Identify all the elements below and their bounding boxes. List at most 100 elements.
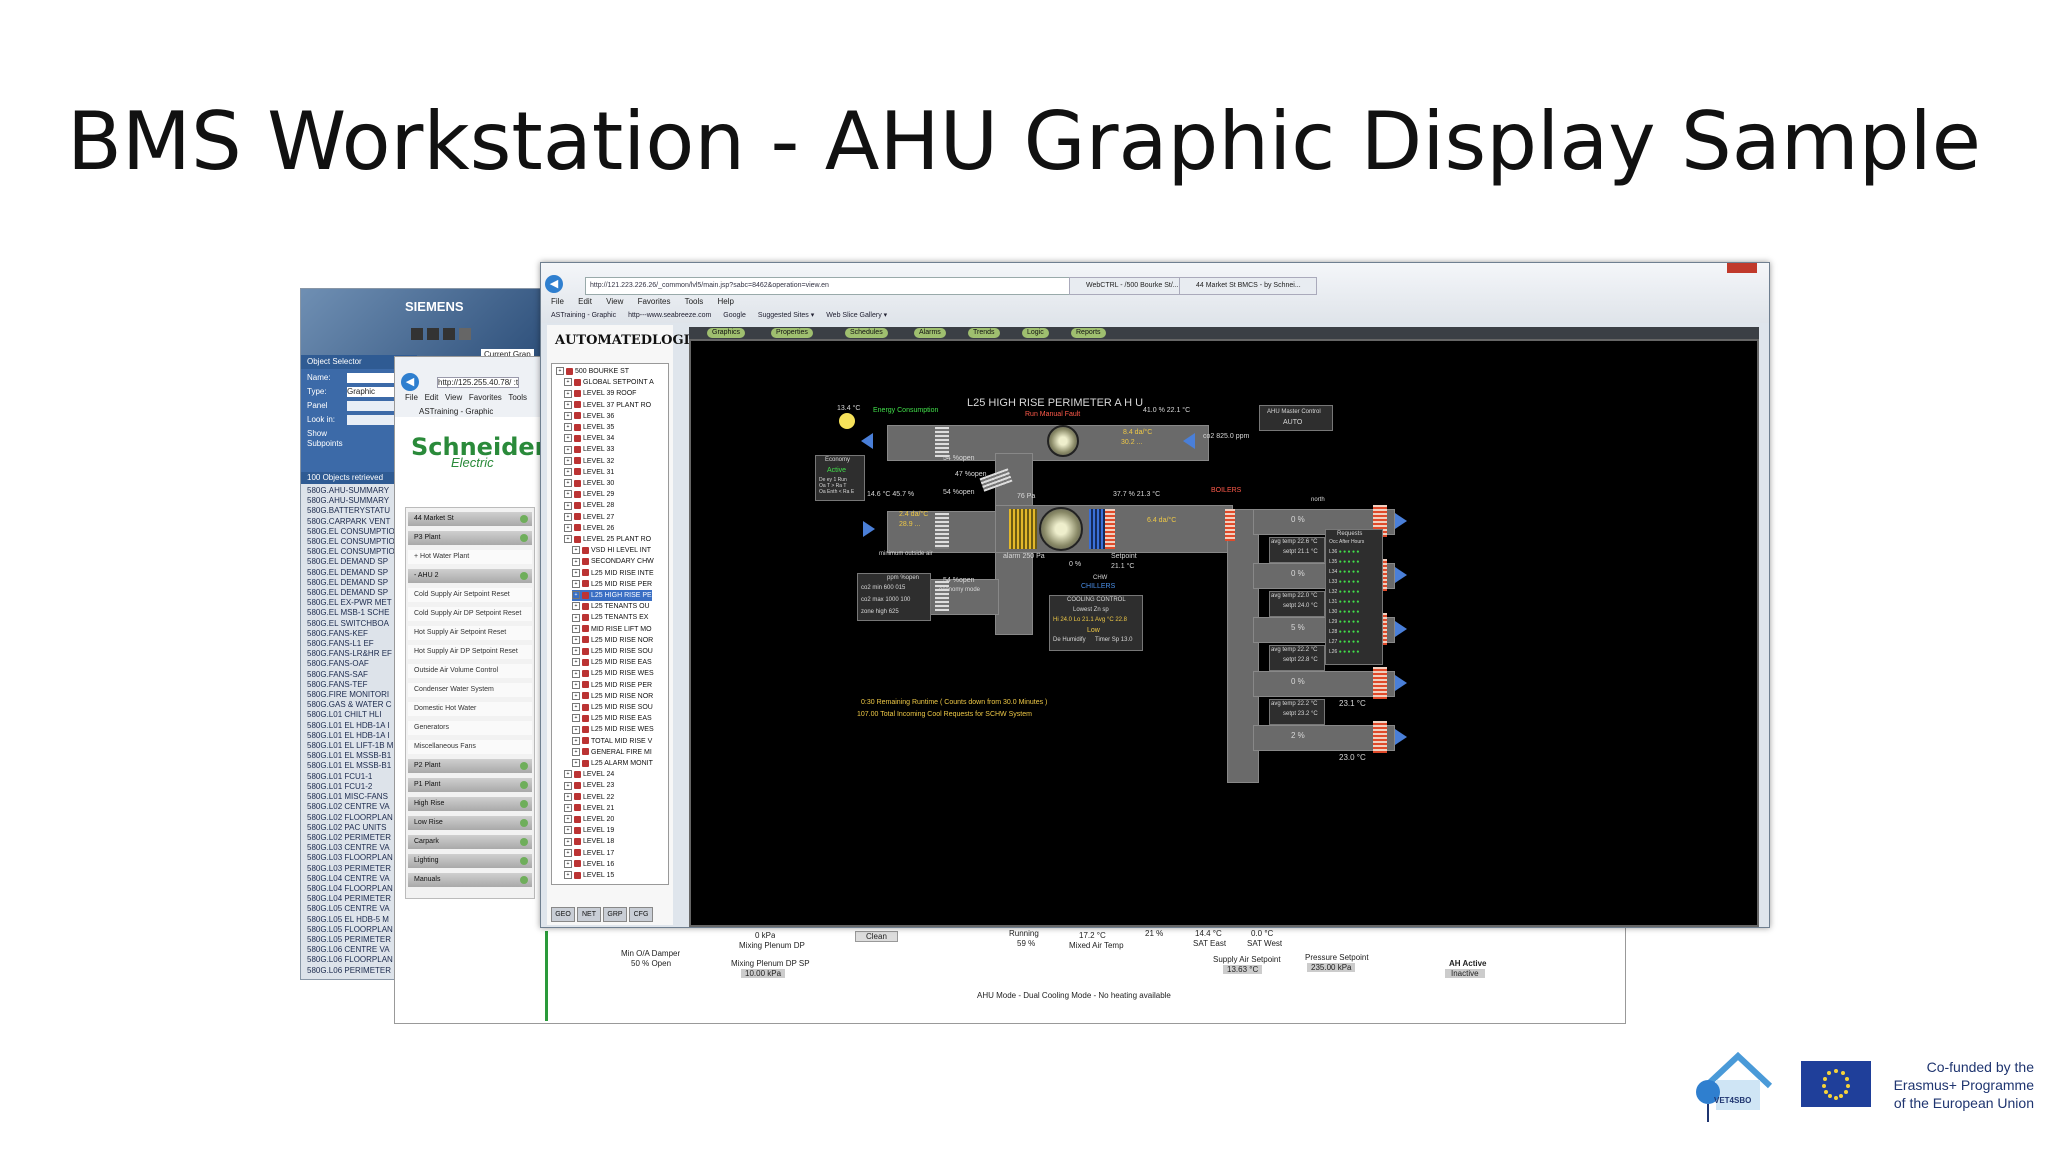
tree-item[interactable]: + SECONDARY CHW	[572, 556, 654, 567]
toolbar-graphics-button[interactable]: Graphics	[707, 328, 746, 338]
nav-item[interactable]: Manuals	[408, 873, 532, 887]
object-list-item[interactable]: 580G.L01 CHILT HLI	[307, 710, 405, 720]
object-list-item[interactable]: 580G.L02 CENTRE VA	[307, 802, 405, 812]
object-list-item[interactable]: 580G.FANS-KEF	[307, 629, 405, 639]
toolbar-schedules-button[interactable]: Schedules	[845, 328, 888, 338]
object-list-item[interactable]: 580G.L06 FLOORPLAN	[307, 955, 405, 965]
expand-icon[interactable]: +	[564, 479, 572, 488]
object-list-item[interactable]: 580G.EL CONSUMPTIO	[307, 547, 405, 557]
expand-icon[interactable]	[520, 800, 528, 808]
tree-item[interactable]: + LEVEL 25 PLANT RO	[564, 534, 651, 545]
tree-item[interactable]: + GLOBAL SETPOINT A	[564, 377, 654, 388]
object-list-item[interactable]: 580G.L03 PERIMETER	[307, 864, 405, 874]
expand-icon[interactable]: +	[572, 557, 580, 566]
tree-item[interactable]: + L25 MID RISE INTE	[572, 568, 654, 579]
object-list-item[interactable]: 580G.AHU-SUMMARY	[307, 496, 405, 506]
tree-item[interactable]: + L25 MID RISE PER	[572, 579, 652, 590]
nav-item[interactable]: Condenser Water System	[408, 683, 532, 697]
expand-icon[interactable]: +	[564, 456, 572, 465]
object-list-item[interactable]: 580G.L01 FCU1-1	[307, 772, 405, 782]
pressure-sp-value[interactable]: 235.00 kPa	[1307, 963, 1356, 972]
toolbar-trends-button[interactable]: Trends	[968, 328, 1000, 338]
expand-icon[interactable]: +	[572, 546, 580, 555]
tree-item[interactable]: + LEVEL 17	[564, 848, 614, 859]
object-list-item[interactable]: 580G.EL MSB-1 SCHE	[307, 608, 405, 618]
menu-tools[interactable]: Tools	[508, 393, 527, 402]
tree-item[interactable]: + LEVEL 21	[564, 803, 614, 814]
schneider-address-bar[interactable]: http://125.255.40.78/ :tel	[437, 377, 519, 388]
expand-icon[interactable]: +	[564, 803, 572, 812]
object-list-item[interactable]: 580G.L05 PERIMETER	[307, 935, 405, 945]
expand-icon[interactable]: +	[572, 579, 580, 588]
min-oa-damper-icon[interactable]	[935, 581, 949, 611]
object-list-item[interactable]: 580G.L03 FLOORPLAN	[307, 853, 405, 863]
chillers-link[interactable]: CHILLERS	[1081, 583, 1115, 590]
toolbar-logic-button[interactable]: Logic	[1022, 328, 1049, 338]
tree-item[interactable]: + LEVEL 30	[564, 478, 614, 489]
object-list-item[interactable]: 580G.L04 PERIMETER	[307, 894, 405, 904]
expand-icon[interactable]: +	[564, 770, 572, 779]
menu-favorites[interactable]: Favorites	[638, 297, 671, 306]
object-list-item[interactable]: 580G.L05 CENTRE VA	[307, 904, 405, 914]
object-list-item[interactable]: 580G.L02 FLOORPLAN	[307, 813, 405, 823]
object-list-item[interactable]: 580G.FANS-LR&HR EF	[307, 649, 405, 659]
expand-icon[interactable]	[520, 515, 528, 523]
expand-icon[interactable]	[520, 572, 528, 580]
expand-icon[interactable]: +	[572, 624, 580, 633]
expand-icon[interactable]: +	[572, 736, 580, 745]
object-list-item[interactable]: 580G.FANS-OAF	[307, 659, 405, 669]
expand-icon[interactable]: +	[572, 669, 580, 678]
expand-icon[interactable]: +	[564, 423, 572, 432]
siemens-toolbar-icons[interactable]	[411, 327, 481, 341]
tree-item[interactable]: + TOTAL MID RISE V	[572, 736, 652, 747]
toolbar-reports-button[interactable]: Reports	[1071, 328, 1106, 338]
object-list-item[interactable]: 580G.L02 PERIMETER	[307, 833, 405, 843]
expand-icon[interactable]	[520, 762, 528, 770]
fav-link[interactable]: Web Slice Gallery ▾	[826, 312, 887, 319]
nav-item[interactable]: Hot Supply Air Setpoint Reset	[408, 626, 532, 640]
tree-item[interactable]: + LEVEL 27	[564, 512, 614, 523]
return-fan-icon[interactable]	[1047, 425, 1079, 457]
object-list-item[interactable]: 580G.L04 FLOORPLAN	[307, 884, 405, 894]
fav-link[interactable]: http---www.seabreeze.com	[628, 312, 711, 319]
expand-icon[interactable]: +	[572, 613, 580, 622]
grp-button[interactable]: GRP	[603, 907, 627, 922]
tree-item[interactable]: + L25 TENANTS EX	[572, 612, 648, 623]
expand-icon[interactable]	[520, 857, 528, 865]
object-list-item[interactable]: 580G.L03 CENTRE VA	[307, 843, 405, 853]
nav-item[interactable]: Hot Supply Air DP Setpoint Reset	[408, 645, 532, 659]
object-list-item[interactable]: 580G.AHU-SUMMARY	[307, 486, 405, 496]
nav-item[interactable]: Outside Air Volume Control	[408, 664, 532, 678]
menu-edit[interactable]: Edit	[578, 297, 592, 306]
expand-icon[interactable]: +	[572, 647, 580, 656]
fav-link[interactable]: Google	[723, 312, 746, 319]
fav-link[interactable]: ASTraining - Graphic	[551, 312, 616, 319]
tree-item[interactable]: + LEVEL 39 ROOF	[564, 388, 636, 399]
nav-item[interactable]: Cold Supply Air Setpoint Reset	[408, 588, 532, 602]
tab-webctrl[interactable]: WebCTRL - /500 Bourke St/...	[1069, 277, 1191, 295]
expand-icon[interactable]: +	[564, 400, 572, 409]
net-button[interactable]: NET	[577, 907, 601, 922]
nav-item[interactable]: P2 Plant	[408, 759, 532, 773]
object-list-item[interactable]: 580G.L01 EL LIFT-1B M	[307, 741, 405, 751]
tree-item[interactable]: + LEVEL 20	[564, 814, 614, 825]
expand-icon[interactable]: +	[564, 434, 572, 443]
navigation-tree[interactable]: +500 BOURKE ST + GLOBAL SETPOINT A + LEVEL 3…	[551, 363, 669, 885]
geo-button[interactable]: GEO	[551, 907, 575, 922]
tree-item[interactable]: + MID RISE LIFT MO	[572, 624, 652, 635]
expand-icon[interactable]	[520, 781, 528, 789]
object-list[interactable]: 580G.AHU-SUMMARY 580G.AHU-SUMMARY 580G.BAT…	[307, 486, 405, 976]
tree-item[interactable]: + L25 MID RISE NOR	[572, 691, 653, 702]
nav-item[interactable]: Domestic Hot Water	[408, 702, 532, 716]
toolbar-alarms-button[interactable]: Alarms	[914, 328, 946, 338]
expand-icon[interactable]: +	[564, 837, 572, 846]
object-list-item[interactable]: 580G.FIRE MONITORI	[307, 690, 405, 700]
window-close-button[interactable]	[1727, 263, 1757, 273]
tree-item[interactable]: + L25 MID RISE NOR	[572, 635, 653, 646]
fav-link[interactable]: Suggested Sites ▾	[758, 312, 814, 319]
object-list-item[interactable]: 580G.BATTERYSTATU	[307, 506, 405, 516]
expand-icon[interactable]	[520, 838, 528, 846]
tree-item[interactable]: + L25 ALARM MONIT	[572, 758, 653, 769]
tree-item[interactable]: + LEVEL 28	[564, 500, 614, 511]
object-list-item[interactable]: 580G.L06 CENTRE VA	[307, 945, 405, 955]
